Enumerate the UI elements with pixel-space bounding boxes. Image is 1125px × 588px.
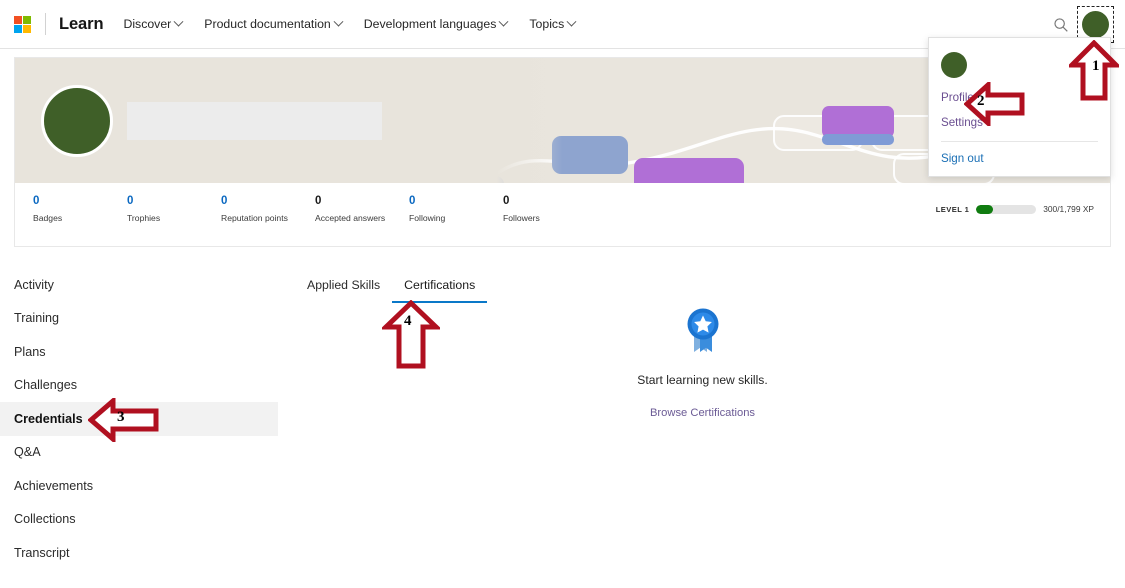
stat-reputation-points[interactable]: 0 Reputation points: [221, 195, 315, 246]
xp-progress-bar: [976, 205, 1036, 214]
sidebar-item-challenges[interactable]: Challenges: [0, 369, 290, 403]
sidebar-item-label: Q&A: [14, 445, 41, 459]
stat-trophies[interactable]: 0 Trophies: [127, 195, 221, 246]
menu-divider: [941, 141, 1098, 142]
sidebar-item-activity[interactable]: Activity: [0, 268, 290, 302]
tab-applied-skills[interactable]: Applied Skills: [295, 272, 392, 303]
nav-item-discover[interactable]: Discover: [123, 17, 182, 31]
sidebar-item-label: Training: [14, 311, 59, 325]
sidebar-item-label: Collections: [14, 512, 76, 526]
header-avatar-button[interactable]: [1080, 9, 1111, 40]
xp-progress-group: LEVEL 1 300/1,799 XP: [936, 204, 1094, 214]
stat-label: Trophies: [127, 213, 221, 225]
nav-item-development-languages[interactable]: Development languages: [364, 17, 508, 31]
user-avatar-icon: [1082, 11, 1109, 38]
sidebar-item-label: Achievements: [14, 479, 93, 493]
stat-value: 0: [33, 195, 127, 207]
menu-item-sign-out[interactable]: Sign out: [941, 152, 1098, 165]
sidebar-item-collections[interactable]: Collections: [0, 503, 290, 537]
annotation-number-2: 2: [977, 93, 985, 110]
stat-label: Badges: [33, 213, 127, 225]
xp-level-label: LEVEL 1: [936, 205, 969, 214]
chevron-down-icon: [174, 16, 184, 26]
nav-item-label: Development languages: [364, 17, 497, 31]
nav-divider: [45, 13, 46, 35]
sidebar-item-label: Plans: [14, 345, 46, 359]
profile-avatar[interactable]: [41, 85, 113, 157]
stat-accepted-answers[interactable]: 0 Accepted answers: [315, 195, 409, 246]
annotation-arrow-2: [964, 82, 1026, 126]
certifications-empty-state: Start learning new skills. Browse Certif…: [560, 305, 845, 421]
tab-certifications[interactable]: Certifications: [392, 272, 487, 303]
xp-value-label: 300/1,799 XP: [1043, 204, 1094, 214]
chevron-down-icon: [499, 16, 509, 26]
xp-progress-fill: [976, 205, 993, 214]
annotation-number-1: 1: [1092, 58, 1100, 75]
stat-label: Following: [409, 213, 503, 225]
credentials-tablist: Applied Skills Certifications: [295, 272, 487, 303]
sidebar-item-label: Transcript: [14, 546, 70, 560]
stat-value: 0: [503, 195, 597, 207]
profile-stats-row: 0 Badges 0 Trophies 0 Reputation points …: [15, 183, 1110, 246]
stat-following[interactable]: 0 Following: [409, 195, 503, 246]
stat-badges[interactable]: 0 Badges: [33, 195, 127, 246]
chevron-down-icon: [567, 16, 577, 26]
stat-value: 0: [127, 195, 221, 207]
stat-followers[interactable]: 0 Followers: [503, 195, 597, 246]
sidebar-item-label: Activity: [14, 278, 54, 292]
brand-learn[interactable]: Learn: [59, 15, 103, 34]
stat-value: 0: [315, 195, 409, 207]
browse-certifications-link[interactable]: Browse Certifications: [650, 407, 755, 419]
nav-item-label: Product documentation: [204, 17, 330, 31]
search-icon[interactable]: [1052, 16, 1070, 34]
chevron-down-icon: [333, 16, 343, 26]
annotation-arrow-4: [382, 300, 440, 370]
nav-item-label: Discover: [123, 17, 171, 31]
sidebar-item-transcript[interactable]: Transcript: [0, 536, 290, 570]
sidebar-item-training[interactable]: Training: [0, 302, 290, 336]
nav-item-topics[interactable]: Topics: [529, 17, 575, 31]
stat-label: Reputation points: [221, 213, 315, 225]
certification-badge-icon: [681, 305, 725, 355]
sidebar-item-label: Challenges: [14, 378, 77, 392]
stat-label: Accepted answers: [315, 213, 409, 225]
empty-state-message: Start learning new skills.: [560, 373, 845, 387]
nav-item-label: Topics: [529, 17, 564, 31]
profile-name-redacted: [127, 102, 382, 140]
stat-label: Followers: [503, 213, 597, 225]
user-avatar-icon: [941, 52, 967, 78]
sidebar-item-plans[interactable]: Plans: [0, 335, 290, 369]
stat-value: 0: [221, 195, 315, 207]
page-root: Learn Discover Product documentation Dev…: [0, 0, 1125, 588]
annotation-number-3: 3: [117, 409, 125, 426]
stat-value: 0: [409, 195, 503, 207]
sidebar-item-label: Credentials: [14, 412, 83, 426]
microsoft-logo-icon[interactable]: [14, 16, 31, 33]
annotation-number-4: 4: [404, 313, 412, 330]
nav-item-product-documentation[interactable]: Product documentation: [204, 17, 341, 31]
sidebar-item-achievements[interactable]: Achievements: [0, 469, 290, 503]
